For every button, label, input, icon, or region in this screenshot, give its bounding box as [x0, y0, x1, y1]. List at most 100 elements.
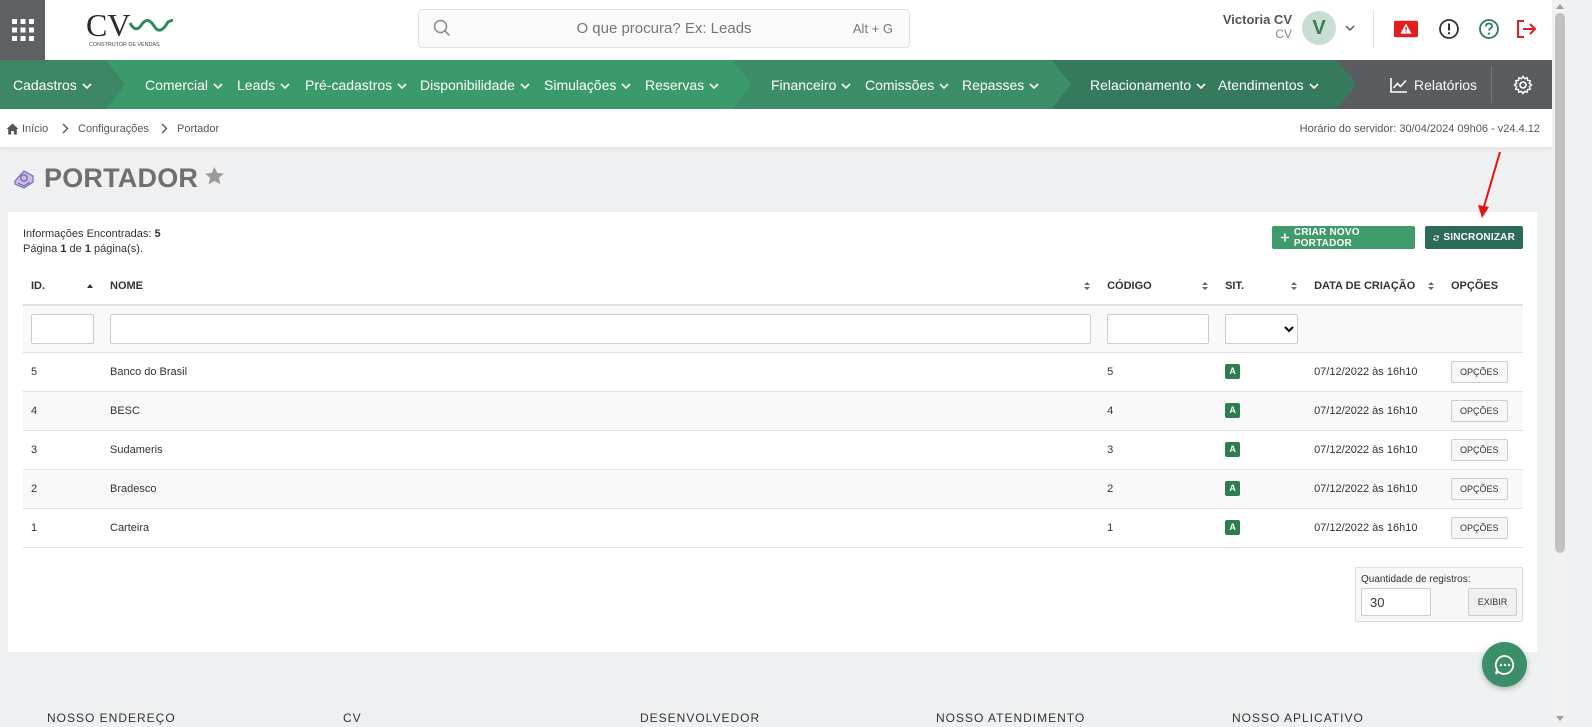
nav-comercial[interactable]: Comercial: [145, 60, 223, 109]
info-button[interactable]: [1437, 17, 1461, 41]
nav-relacionamento[interactable]: Relacionamento: [1090, 60, 1206, 109]
sort-icon: [1427, 281, 1435, 294]
cell-data: 07/12/2022 às 16h10: [1306, 352, 1443, 392]
chat-button[interactable]: [1482, 642, 1527, 687]
breadcrumb-configuracoes[interactable]: Configurações: [78, 123, 149, 135]
nav-label: Relacionamento: [1090, 76, 1192, 93]
logout-button[interactable]: [1515, 17, 1539, 41]
cell-nome: Bradesco: [102, 469, 1100, 509]
chevron-down-icon: [709, 77, 719, 93]
column-header-nome[interactable]: NOME: [102, 267, 1100, 306]
column-header-sit[interactable]: SIT.: [1217, 267, 1307, 306]
cell-opcoes: OPÇÕES: [1442, 508, 1523, 548]
page-title: PORTADOR: [44, 163, 199, 193]
footer-heading: NOSSO ATENDIMENTO: [936, 711, 1086, 725]
nav-disponibilidade[interactable]: Disponibilidade: [420, 60, 530, 109]
page-line: Página 1 de 1 página(s).: [23, 242, 161, 257]
nav-comissoes[interactable]: Comissões: [865, 60, 949, 109]
alert-button[interactable]: [1394, 17, 1418, 41]
search-bar[interactable]: O que procura? Ex: Leads Alt + G: [418, 9, 910, 48]
cell-codigo: 4: [1099, 391, 1218, 431]
nav-cadastros[interactable]: Cadastros: [13, 60, 92, 109]
plus-icon: [1280, 233, 1289, 242]
gear-icon: [1512, 74, 1533, 95]
footer-heading: CV: [343, 711, 362, 725]
avatar[interactable]: V: [1302, 11, 1336, 45]
page-of: de: [69, 243, 82, 255]
options-button[interactable]: OPÇÕES: [1450, 438, 1508, 461]
column-header-data-criacao[interactable]: DATA DE CRIAÇÃO: [1306, 267, 1443, 306]
records-quantity-input[interactable]: [1361, 588, 1431, 616]
column-header-id[interactable]: ID.: [23, 267, 102, 306]
cv-logo[interactable]: CV CONSTRUTOR DE VENDAS: [86, 7, 181, 50]
scroll-thumb[interactable]: [1555, 13, 1565, 553]
cell-opcoes: OPÇÕES: [1442, 391, 1523, 431]
table-row: 4 BESC 4 A 07/12/2022 às 16h10 OPÇÕES: [23, 391, 1523, 431]
chart-icon: [1390, 77, 1408, 93]
logo-tagline: CONSTRUTOR DE VENDAS: [89, 42, 160, 48]
options-button[interactable]: OPÇÕES: [1450, 360, 1508, 383]
options-button[interactable]: OPÇÕES: [1450, 399, 1508, 422]
scroll-up-arrow[interactable]: [1556, 4, 1564, 9]
chevron-down-icon: [621, 77, 631, 93]
breadcrumb-label: Portador: [177, 123, 220, 135]
star-icon[interactable]: [204, 166, 225, 191]
nav-label: Repasses: [962, 76, 1025, 93]
sync-button[interactable]: SINCRONIZAR: [1425, 226, 1523, 249]
main-nav: Cadastros Comercial Leads Pré-cadastros …: [0, 60, 1552, 109]
create-portador-button[interactable]: CRIAR NOVO PORTADOR: [1272, 226, 1415, 249]
cell-data: 07/12/2022 às 16h10: [1306, 430, 1443, 470]
nav-simulacoes[interactable]: Simulações: [544, 60, 631, 109]
filter-sit-select[interactable]: [1225, 313, 1299, 344]
chevron-down-icon: [213, 77, 223, 93]
filter-nome-input[interactable]: [110, 313, 1092, 344]
nav-atendimentos[interactable]: Atendimentos: [1218, 60, 1319, 109]
show-button[interactable]: EXIBIR: [1468, 588, 1517, 616]
help-button[interactable]: [1477, 17, 1501, 41]
cell-codigo: 1: [1099, 508, 1218, 548]
breadcrumb-portador: Portador: [177, 123, 219, 135]
nav-leads[interactable]: Leads: [237, 60, 290, 109]
chevron-down-icon: [1196, 77, 1206, 93]
options-button[interactable]: OPÇÕES: [1450, 477, 1508, 500]
cell-nome: Carteira: [102, 508, 1100, 548]
filter-codigo-input[interactable]: [1107, 313, 1210, 344]
user-info[interactable]: Victoria CV CV: [1195, 12, 1292, 41]
cell-id: 4: [23, 391, 102, 431]
cell-sit: A: [1217, 508, 1307, 548]
cell-opcoes: OPÇÕES: [1442, 430, 1523, 470]
breadcrumb-home[interactable]: Início: [6, 123, 48, 135]
nav-financeiro[interactable]: Financeiro: [771, 60, 851, 109]
nav-repasses[interactable]: Repasses: [962, 60, 1039, 109]
chevron-down-icon[interactable]: [1344, 21, 1356, 39]
column-header-opcoes: OPÇÕES: [1442, 267, 1523, 306]
content-panel: Informações Encontradas: 5 Página 1 de 1…: [8, 212, 1537, 652]
column-label: DATA DE CRIAÇÃO: [1314, 279, 1416, 292]
chevron-down-icon: [280, 77, 290, 93]
breadcrumb-label: Configurações: [78, 123, 149, 135]
filter-id-input[interactable]: [31, 313, 94, 344]
search-placeholder: O que procura? Ex: Leads: [576, 20, 752, 37]
options-button[interactable]: OPÇÕES: [1450, 516, 1508, 539]
column-header-codigo[interactable]: CÓDIGO: [1099, 267, 1218, 306]
scroll-down-arrow[interactable]: [1556, 716, 1564, 721]
chat-icon: [1494, 654, 1514, 675]
nav-reservas[interactable]: Reservas: [645, 60, 719, 109]
apps-menu-button[interactable]: [0, 0, 45, 60]
page-scrollbar[interactable]: [1552, 0, 1568, 727]
filter-empty-cell: [1442, 305, 1523, 353]
settings-button[interactable]: [1493, 60, 1552, 109]
header-divider: [1373, 10, 1374, 48]
nav-relatorios[interactable]: Relatórios: [1390, 60, 1477, 109]
table-row: 1 Carteira 1 A 07/12/2022 às 16h10 OPÇÕE…: [23, 508, 1523, 548]
nav-pre-cadastros[interactable]: Pré-cadastros: [305, 60, 407, 109]
help-icon: [1479, 19, 1499, 39]
cell-codigo: 3: [1099, 430, 1218, 470]
info-icon: [1439, 19, 1459, 39]
status-badge: A: [1225, 364, 1241, 379]
cell-nome: BESC: [102, 391, 1100, 431]
nav-label: Cadastros: [13, 76, 77, 93]
sort-icon: [1083, 281, 1091, 294]
column-label: OPÇÕES: [1450, 279, 1499, 292]
refresh-icon: [1433, 234, 1439, 241]
